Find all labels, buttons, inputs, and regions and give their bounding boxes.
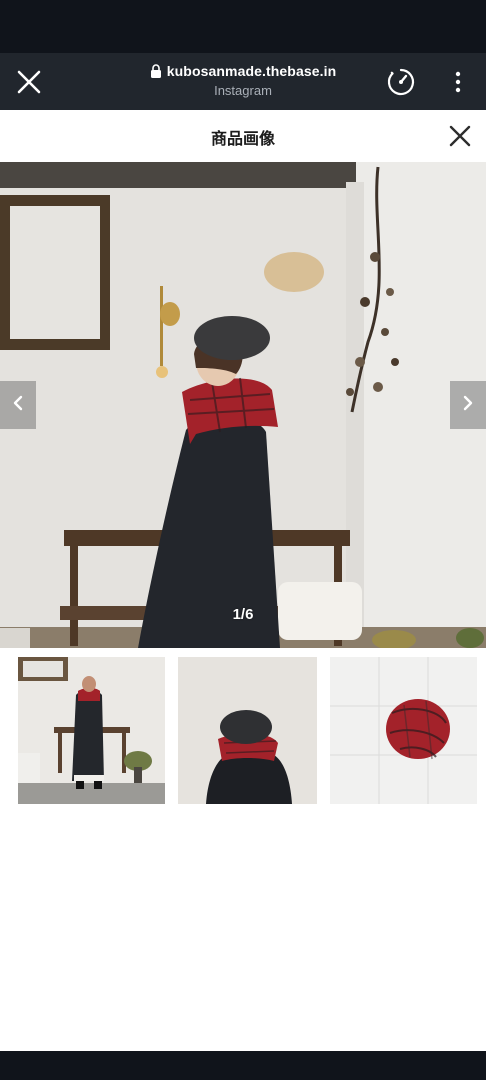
thumbnail-3[interactable] xyxy=(330,657,477,804)
source-label: Instagram xyxy=(214,83,272,98)
close-icon[interactable] xyxy=(448,124,472,148)
more-vertical-icon[interactable] xyxy=(448,67,468,97)
url-block[interactable]: kubosanmade.thebase.in Instagram xyxy=(100,63,386,98)
page-header: 商品画像 xyxy=(0,110,486,162)
speedometer-icon[interactable] xyxy=(386,67,416,97)
chevron-right-icon xyxy=(461,394,475,417)
thumbnail-2[interactable] xyxy=(178,657,317,804)
chevron-left-icon xyxy=(11,394,25,417)
in-app-browser-bar: kubosanmade.thebase.in Instagram xyxy=(0,53,486,110)
close-icon[interactable] xyxy=(14,67,44,97)
status-bar xyxy=(0,0,486,53)
url-text: kubosanmade.thebase.in xyxy=(166,63,337,79)
lock-icon xyxy=(150,64,162,78)
main-product-image[interactable] xyxy=(0,162,486,648)
next-image-button[interactable] xyxy=(450,381,486,429)
page-title: 商品画像 xyxy=(210,131,275,148)
previous-image-button[interactable] xyxy=(0,381,36,429)
image-counter: 1/6 xyxy=(232,606,254,623)
system-navigation-bar xyxy=(0,1051,486,1080)
thumbnail-1[interactable] xyxy=(18,657,165,804)
